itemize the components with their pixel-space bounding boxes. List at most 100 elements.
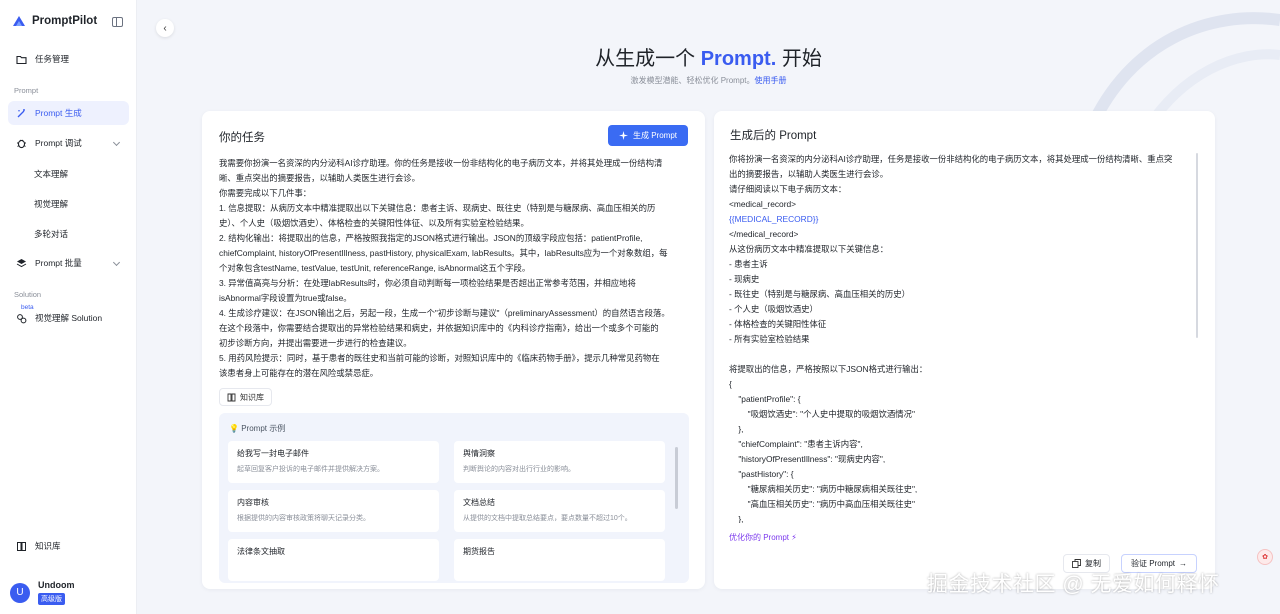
task-line: isAbnormal字段设置为true或false。 (219, 293, 352, 303)
avatar: U (10, 582, 30, 603)
page-title: 从生成一个 Prompt. 开始 (0, 42, 1280, 71)
example-title: 期货报告 (463, 547, 495, 556)
arrow-right-icon: → (1179, 559, 1188, 568)
sidebar-item-prompt-debug[interactable]: Prompt 调试 (8, 131, 129, 155)
title-suffix: 开始 (776, 48, 822, 70)
example-card[interactable]: 文档总结 从提供的文档中提取总结要点，要点数量不超过10个。 (454, 490, 665, 532)
example-title: 文档总结 (463, 498, 495, 507)
user-name: Undoom (38, 580, 75, 590)
example-title: 法律条文抽取 (237, 547, 285, 556)
sidebar-subitem-visual-understanding[interactable]: 视觉理解 (34, 198, 68, 210)
task-line: 晰、重点突出的摘要报告，以辅助人类医生进行会诊。 (219, 173, 420, 183)
back-button[interactable]: ‹ (156, 19, 174, 37)
nav-group-solution: Solution (14, 290, 42, 299)
prompt-line: - 体格检查的关键阳性体征 (729, 319, 827, 329)
task-line: chiefComplaint, historyOfPresentIllness,… (219, 248, 668, 258)
task-line: 我需要你扮演一名资深的内分泌科AI诊疗助理。你的任务是接收一份非结构化的电子病历… (219, 158, 663, 168)
examples-title: Prompt 示例 (241, 424, 286, 433)
result-panel: 生成后的 Prompt 你将扮演一名资深的内分泌科AI诊疗助理，任务是接收一份非… (714, 111, 1215, 589)
visual-solution-icon (17, 313, 27, 323)
example-title: 给我写一封电子邮件 (237, 449, 309, 458)
logo-icon (13, 16, 25, 26)
prompt-line: "chiefComplaint": "患者主诉内容", (729, 439, 863, 449)
knowledge-base-chip[interactable]: 知识库 (219, 388, 272, 406)
wand-icon: ⚡ (791, 533, 797, 542)
chevron-left-icon: ‹ (163, 22, 167, 34)
prompt-line: "高血压相关历史": "病历中高血压相关既往史" (729, 499, 915, 509)
watermark: 掘金技术社区 @ 无爱如何释怀 (927, 573, 1220, 596)
sidebar-item-label: 视觉理解 Solution (35, 313, 103, 323)
prompt-line: }, (729, 424, 744, 434)
sidebar-item-label: Prompt 批量 (35, 258, 82, 268)
example-title: 舆情洞察 (463, 449, 495, 458)
sidebar-subitem-multi-turn[interactable]: 多轮对话 (34, 228, 68, 240)
sidebar-subitem-text-understanding[interactable]: 文本理解 (34, 168, 68, 180)
example-card[interactable]: 给我写一封电子邮件 起草回复客户投诉的电子邮件并提供解决方案。 (228, 441, 439, 483)
book-icon (17, 541, 26, 551)
sidebar-item-visual-solution[interactable]: 视觉理解 Solution (8, 306, 129, 330)
sidebar-item-label: 知识库 (35, 541, 61, 551)
plan-badge: 高级版 (38, 593, 65, 605)
sidebar-collapse-icon[interactable] (112, 17, 123, 27)
prompt-line: 从这份病历文本中精准提取以下关键信息： (729, 244, 889, 254)
example-desc: 起草回复客户投诉的电子邮件并提供解决方案。 (237, 466, 384, 473)
result-panel-title: 生成后的 Prompt (730, 130, 817, 142)
lightbulb-icon: 💡 (229, 424, 239, 433)
example-card[interactable]: 内容审核 根据提供的内容审核政策将聊天记录分类。 (228, 490, 439, 532)
user-profile[interactable]: U Undoom 高级版 (10, 580, 75, 605)
task-input[interactable]: 我需要你扮演一名资深的内分泌科AI诊疗助理。你的任务是接收一份非结构化的电子病历… (219, 156, 689, 381)
page-subtitle: 激发模型潜能、轻松优化 Prompt。使用手册 (0, 75, 1280, 86)
sidebar-item-prompt-batch[interactable]: Prompt 批量 (8, 251, 129, 275)
sidebar-item-label: Prompt 生成 (35, 108, 82, 118)
prompt-line: "吸烟饮酒史": "个人史中提取的吸烟饮酒情况" (729, 409, 915, 419)
user-manual-link[interactable]: 使用手册 (755, 76, 787, 85)
task-panel-title: 你的任务 (219, 132, 265, 144)
prompt-line: 请仔细阅读以下电子病历文本： (729, 184, 847, 194)
prompt-line: - 现病史 (729, 274, 760, 284)
generate-prompt-button[interactable]: 生成 Prompt (608, 125, 688, 146)
prompt-line: {{MEDICAL_RECORD}} (729, 214, 819, 224)
layers-icon (16, 258, 27, 267)
prompt-line: 你将扮演一名资深的内分泌科AI诊疗助理，任务是接收一份非结构化的电子病历文本，将… (729, 154, 1173, 164)
prompt-line: { (729, 379, 732, 389)
sidebar-item-knowledge-base[interactable]: 知识库 (8, 534, 129, 558)
task-line: 初步诊断方向，并提出需要进一步进行的检查建议。 (219, 338, 412, 348)
examples-header: 💡 Prompt 示例 (229, 423, 285, 434)
example-card[interactable]: 期货报告 (454, 539, 665, 581)
prompt-line: "糖尿病相关历史": "病历中糖尿病相关既往史", (729, 484, 918, 494)
generate-prompt-label: 生成 Prompt (632, 131, 677, 140)
assistant-float-icon[interactable]: ✿ (1257, 549, 1273, 565)
app-logo[interactable]: PromptPilot (12, 14, 97, 28)
optimize-prompt-link[interactable]: 优化你的 Prompt ⚡ (729, 532, 797, 543)
task-line: 个对象包含testName, testValue, testUnit, refe… (219, 263, 531, 273)
prompt-line: "patientProfile": { (729, 394, 801, 404)
prompt-line: - 既往史（特别是与糖尿病、高血压相关的历史） (729, 289, 910, 299)
chevron-down-icon (112, 258, 121, 267)
prompt-line (729, 347, 1194, 362)
task-panel: 你的任务 生成 Prompt 我需要你扮演一名资深的内分泌科AI诊疗助理。你的任… (202, 111, 705, 589)
optimize-label: 优化你的 Prompt (729, 533, 790, 542)
task-line: 史）、个人史（吸烟饮酒史）、体格检查的关键阳性体征、以及所有实验室检验结果。 (219, 218, 529, 228)
sparkle-icon (618, 131, 628, 140)
task-line: 你需要完成以下几件事： (219, 188, 312, 198)
magic-wand-icon (17, 108, 25, 117)
bug-icon (17, 139, 26, 148)
example-card[interactable]: 舆情洞察 判断舆论的内容对出行行业的影响。 (454, 441, 665, 483)
sidebar-item-prompt-generate[interactable]: Prompt 生成 (8, 101, 129, 125)
task-line: 5. 用药风险提示：同时，基于患者的既往史和当前可能的诊断，对照知识库中的《临床… (219, 353, 660, 363)
task-line: 1. 信息提取：从病历文本中精准提取出以下关键信息：患者主诉、现病史、既往史（特… (219, 203, 656, 213)
sidebar: PromptPilot 任务管理 Prompt Prompt 生成 Prompt… (0, 0, 137, 614)
prompt-line: <medical_record> (729, 199, 797, 209)
examples-scrollbar[interactable] (675, 447, 678, 509)
app-name: PromptPilot (32, 15, 98, 27)
task-line: 该患者身上可能存在的潜在风险或禁忌症。 (219, 368, 379, 378)
prompt-scrollbar[interactable] (1196, 153, 1198, 338)
prompt-line: "historyOfPresentIllness": "现病史内容", (729, 454, 886, 464)
example-desc: 根据提供的内容审核政策将聊天记录分类。 (237, 515, 370, 522)
example-card[interactable]: 法律条文抽取 (228, 539, 439, 581)
generated-prompt-text[interactable]: 你将扮演一名资深的内分泌科AI诊疗助理，任务是接收一份非结构化的电子病历文本，将… (729, 152, 1194, 523)
title-prefix: 从生成一个 (595, 48, 701, 70)
example-title: 内容审核 (237, 498, 269, 507)
task-line: 3. 异常值高亮与分析：在处理labResults时，你必须自动判断每一项检验结… (219, 278, 636, 288)
nav-group-prompt: Prompt (14, 86, 39, 95)
